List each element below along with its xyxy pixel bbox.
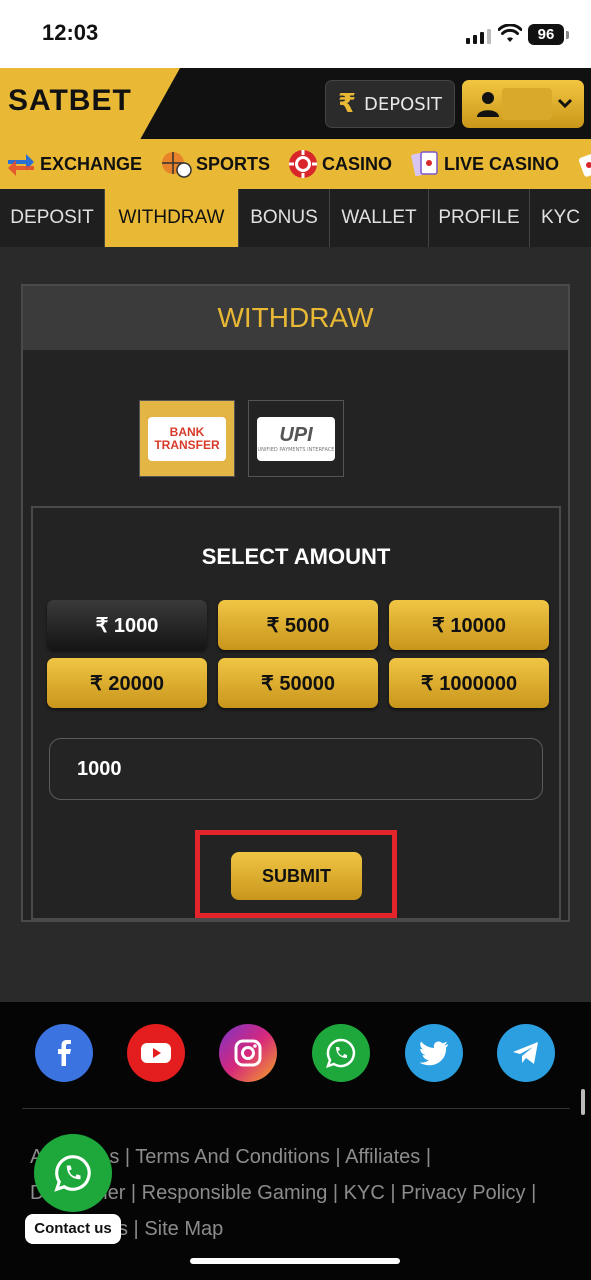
footer-link-affiliates[interactable]: Affiliates	[345, 1146, 420, 1168]
nav-live-casino-label: LIVE CASINO	[444, 153, 560, 174]
nav-live-casino[interactable]: LIVE CASINO	[410, 149, 559, 179]
footer-link-kyc[interactable]: KYC	[344, 1182, 385, 1204]
scrollbar-indicator[interactable]	[581, 1089, 585, 1115]
satbet-logo[interactable]: SATBET	[8, 84, 132, 118]
tab-bonus[interactable]: BONUS	[239, 189, 330, 247]
amount-option-20000[interactable]: ₹ 20000	[47, 658, 207, 708]
playing-cards-icon	[411, 151, 438, 177]
header-deposit-button[interactable]: ₹ DEPOSIT	[325, 80, 455, 128]
footer-link-terms[interactable]: Terms And Conditions	[135, 1146, 330, 1168]
upi-logo-subtext: UNIFIED PAYMENTS INTERFACE	[257, 447, 335, 453]
upi-option[interactable]: UPI UNIFIED PAYMENTS INTERFACE	[248, 400, 344, 477]
amount-input[interactable]	[49, 738, 543, 800]
bank-transfer-logo: BANK TRANSFER	[148, 416, 226, 461]
submit-highlight-box	[195, 830, 397, 918]
tab-wallet[interactable]: WALLET	[330, 189, 429, 247]
rupee-icon: ₹	[337, 89, 357, 119]
nav-more[interactable]	[577, 149, 591, 179]
wifi-icon	[498, 24, 522, 42]
user-icon	[477, 92, 499, 117]
category-nav: EXCHANGE SPORTS CASINO LIVE CASINO	[0, 139, 591, 189]
nav-exchange[interactable]: EXCHANGE	[6, 151, 142, 177]
nav-casino[interactable]: CASINO	[288, 149, 392, 179]
tab-kyc[interactable]: KYC	[530, 189, 591, 247]
upi-logo: UPI UNIFIED PAYMENTS INTERFACE	[257, 416, 335, 461]
amount-option-50000[interactable]: ₹ 50000	[218, 658, 378, 708]
sports-icon	[162, 152, 192, 178]
battery-tip	[566, 31, 569, 39]
twitter-icon[interactable]	[405, 1024, 463, 1082]
amount-option-1000000[interactable]: ₹ 1000000	[389, 658, 549, 708]
battery-icon: 96	[528, 24, 564, 45]
user-menu-button[interactable]	[462, 80, 584, 128]
tab-withdraw[interactable]: WITHDRAW	[105, 189, 239, 247]
cellular-signal-icon	[466, 28, 491, 44]
bank-transfer-option[interactable]: BANK TRANSFER	[139, 400, 235, 477]
whatsapp-contact-button[interactable]	[34, 1134, 112, 1212]
site-header: SATBET ₹ DEPOSIT	[0, 68, 591, 139]
amount-option-5000[interactable]: ₹ 5000	[218, 600, 378, 650]
footer-link-responsible-gaming[interactable]: Responsible Gaming	[142, 1182, 328, 1204]
account-tabs: DEPOSIT WITHDRAW BONUS WALLET PROFILE KY…	[0, 189, 591, 247]
site-footer: As | Terms And Conditions | Affiliates |…	[0, 1002, 591, 1280]
nav-sports[interactable]: SPORTS	[160, 150, 270, 178]
nav-sports-label: SPORTS	[196, 153, 271, 174]
casino-chip-icon	[289, 150, 318, 178]
telegram-icon[interactable]	[497, 1024, 555, 1082]
nav-casino-label: CASINO	[322, 153, 393, 174]
youtube-icon[interactable]	[127, 1024, 185, 1082]
tab-profile[interactable]: PROFILE	[429, 189, 530, 247]
nav-exchange-label: EXCHANGE	[40, 153, 143, 174]
facebook-icon[interactable]	[35, 1024, 93, 1082]
footer-divider	[22, 1108, 570, 1109]
more-category-icon	[579, 153, 591, 177]
upi-logo-text: UPI	[279, 424, 313, 446]
footer-link-privacy-policy[interactable]: Privacy Policy	[401, 1182, 525, 1204]
amount-option-1000[interactable]: ₹ 1000	[47, 600, 207, 650]
whatsapp-icon	[54, 1155, 91, 1192]
whatsapp-social-icon[interactable]	[312, 1024, 370, 1082]
bank-transfer-line2: TRANSFER	[154, 437, 220, 452]
footer-link-site-map[interactable]: Site Map	[144, 1218, 223, 1240]
withdraw-card: WITHDRAW BANK TRANSFER UPI UNIFIED PAYME…	[21, 284, 570, 922]
select-amount-heading: SELECT AMOUNT	[201, 544, 391, 569]
chevron-down-icon	[557, 98, 573, 109]
exchange-icon	[8, 154, 34, 176]
tab-deposit[interactable]: DEPOSIT	[0, 189, 105, 247]
status-time: 12:03	[42, 20, 99, 45]
header-deposit-label: DEPOSIT	[364, 93, 443, 115]
instagram-icon[interactable]	[219, 1024, 277, 1082]
home-indicator	[190, 1258, 400, 1264]
footer-links-row-3: s | Site Map	[118, 1218, 224, 1240]
username-redacted	[502, 88, 552, 120]
withdraw-title: WITHDRAW	[23, 286, 568, 350]
status-bar: 12:03 96	[0, 0, 591, 68]
amount-option-10000[interactable]: ₹ 10000	[389, 600, 549, 650]
contact-us-label[interactable]: Contact us	[25, 1214, 121, 1244]
bank-transfer-line1: BANK	[169, 424, 205, 439]
